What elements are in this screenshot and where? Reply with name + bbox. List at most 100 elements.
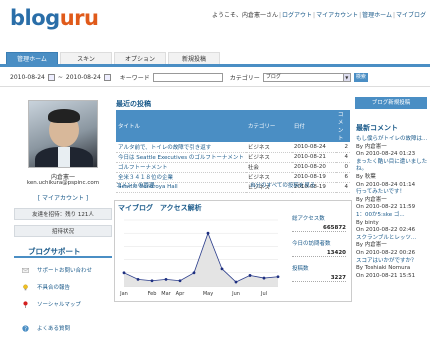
chevron-down-icon: ▼ — [342, 73, 350, 81]
svg-text:?: ? — [24, 326, 27, 332]
table-header-row: タイトル カテゴリー 日付 コメント — [116, 110, 350, 142]
post-title-link[interactable]: ゴルフトーナメント — [116, 162, 246, 173]
recent-comments-list: もし僕らがトイレの故障は... By 内倉憲一 On 2010-08-24 01… — [356, 136, 430, 280]
manage-comments-link[interactable]: コメントの管理 — [116, 181, 155, 189]
column-header-title: タイトル — [116, 110, 246, 142]
comment-link[interactable]: まったく酷い目に遭いましたね。 — [356, 159, 430, 174]
comment-date: On 2010-08-22 11:59 — [356, 204, 416, 211]
list-item: スクランブルとレッツ... By 内倉憲一 On 2010-08-22 00:2… — [356, 235, 430, 258]
post-comment-count: 2 — [335, 142, 350, 153]
data-point — [150, 279, 154, 283]
data-point — [234, 280, 238, 284]
post-date: 2010-08-24 — [291, 142, 336, 153]
bloguru-logo[interactable]: bloguru — [10, 6, 99, 30]
stats-title: マイブログ アクセス解析 — [118, 204, 202, 212]
keyword-label: キーワード — [119, 74, 150, 82]
list-item: 1：00か5:ske ゴ... By binty On 2010-08-22 0… — [356, 212, 430, 235]
post-category: ビジネス — [245, 152, 292, 163]
table-row: ゴルフトーナメント 社会 2010-08-20 0 — [116, 162, 350, 173]
data-point — [248, 274, 252, 277]
list-item: 行ってみたいです！ By 内倉憲一 On 2010-08-22 11:59 — [356, 189, 430, 212]
x-tick-label: Jul — [260, 291, 267, 297]
x-tick-label: Feb — [148, 291, 157, 297]
my-blog-link[interactable]: マイブログ — [396, 12, 426, 19]
post-comment-count: 4 — [335, 182, 350, 193]
new-post-button[interactable]: ブログ新規投稿 — [355, 97, 427, 109]
date-to[interactable]: 2010-08-24 — [66, 74, 101, 81]
my-account-button[interactable]: [ マイアカウント ] — [20, 193, 106, 202]
question-icon: ? — [22, 324, 29, 332]
divider — [0, 86, 430, 87]
comment-author: By 内倉憲一 — [356, 242, 387, 249]
support-heading: ブログサポート — [14, 245, 112, 258]
post-title-link[interactable]: アルタ前で、トイレの故障で引き返す — [116, 142, 246, 153]
post-title-link[interactable]: 今日は Seattle Executives のゴルフトーナメント — [116, 152, 246, 163]
column-header-date: 日付 — [291, 110, 336, 142]
comment-author: By 秋葉 — [356, 173, 376, 180]
support-bug-report-item[interactable]: 不具合の報告 — [14, 281, 112, 293]
welcome-text: ようこそ、内倉憲一さん — [211, 12, 278, 19]
post-comment-count: 6 — [335, 172, 350, 183]
category-select[interactable]: ブログ ▼ — [262, 72, 351, 82]
top-nav: ようこそ、内倉憲一さん|ログアウト|マイアカウント|管理ホーム|マイブログ — [211, 12, 426, 19]
data-point — [206, 231, 210, 235]
table-row: アルタ前で、トイレの故障で引き返す ビジネス 2010-08-24 2 — [116, 142, 350, 153]
logout-link[interactable]: ログアウト — [282, 12, 312, 19]
comment-date: On 2010-08-21 15:51 — [356, 272, 416, 279]
my-account-link[interactable]: マイアカウント — [316, 12, 358, 19]
post-date: 2010-08-21 — [291, 152, 336, 163]
today-visitors-value: 13420 — [292, 250, 346, 257]
x-tick-label: Apr — [176, 291, 186, 297]
access-chart: Jan Feb Mar Apr May Jun Jul — [119, 219, 280, 297]
comment-link[interactable]: 行ってみたいです！ — [356, 189, 430, 197]
post-comment-count: 0 — [335, 162, 350, 173]
list-item: まったく酷い目に遭いましたね。 By 秋葉 On 2010-08-24 01:1… — [356, 159, 430, 189]
view-all-posts-link[interactable]: 自分のすべての投稿を見る — [250, 181, 315, 189]
data-point — [164, 278, 168, 281]
data-point — [178, 279, 182, 283]
category-label: カテゴリー — [229, 74, 260, 82]
total-access-label: 総アクセス数 — [292, 216, 325, 222]
data-point — [276, 275, 280, 279]
x-tick-label: May — [203, 291, 213, 297]
list-item: スコアはいかがですか？ By Toshiaki Nomura On 2010-0… — [356, 258, 430, 281]
comment-author: By binty — [356, 219, 379, 226]
admin-home-link[interactable]: 管理ホーム — [362, 12, 392, 19]
comment-date: On 2010-08-24 01:23 — [356, 151, 416, 158]
invite-friends-button[interactable]: 友達を招待：残り 121人 — [14, 208, 112, 220]
support-social-map-item[interactable]: ソーシャルマップ — [14, 298, 112, 310]
post-date: 2010-08-20 — [291, 162, 336, 173]
comment-link[interactable]: 1：00か5:ske ゴ... — [356, 212, 430, 220]
mail-icon — [22, 267, 29, 273]
x-tick-label: Mar — [161, 291, 171, 297]
search-bar: 2010-08-24 ~ 2010-08-24 キーワード カテゴリー ブログ ▼… — [10, 72, 368, 82]
data-point — [262, 276, 266, 280]
recent-comments-title: 最新コメント — [356, 124, 398, 132]
post-count-label: 投稿数 — [292, 266, 309, 272]
keyword-input[interactable] — [152, 72, 223, 82]
post-category: ビジネス — [245, 142, 292, 153]
bulb-icon — [23, 284, 28, 290]
data-point — [122, 271, 126, 275]
data-point — [220, 267, 224, 271]
search-button[interactable]: 検索 — [353, 72, 368, 82]
comment-link[interactable]: もし僕らがトイレの故障は... — [356, 136, 430, 144]
support-contact-item[interactable]: サポートお問い合わせ — [14, 264, 112, 276]
tab-underline — [0, 64, 430, 67]
support-faq-item[interactable]: ? よくある質問 — [14, 322, 112, 334]
comment-author: By Toshiaki Nomura — [356, 265, 411, 272]
recent-posts-title: 最近の投稿 — [116, 100, 151, 108]
comment-link[interactable]: スコアはいかがですか？ — [356, 258, 430, 266]
post-comment-count: 4 — [335, 152, 350, 163]
comment-date: On 2010-08-22 00:26 — [356, 249, 416, 256]
date-from[interactable]: 2010-08-24 — [10, 74, 45, 81]
x-tick-label: Jan — [119, 291, 128, 297]
calendar-icon[interactable] — [103, 73, 111, 81]
map-pin-icon — [23, 300, 28, 308]
post-category: 社会 — [245, 162, 292, 173]
column-header-category: カテゴリー — [245, 110, 292, 142]
calendar-icon[interactable] — [47, 73, 55, 81]
user-email: ken.uchikura@pspinc.com — [26, 180, 100, 186]
invite-status-button[interactable]: 招待状況 — [14, 225, 112, 237]
list-item: もし僕らがトイレの故障は... By 内倉憲一 On 2010-08-24 01… — [356, 136, 430, 159]
